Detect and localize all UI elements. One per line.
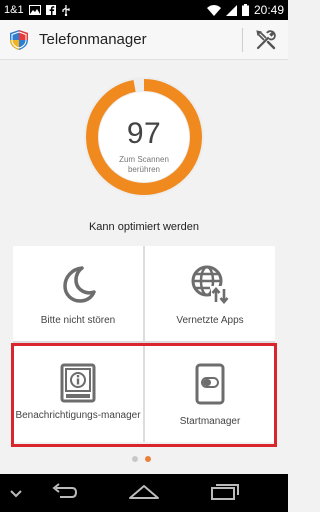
tile-networked-apps[interactable]: Vernetzte Apps (145, 246, 275, 341)
image-icon (28, 5, 41, 15)
signal-icon (225, 4, 237, 16)
startup-toggle-icon (195, 363, 225, 410)
scan-caption: Zum Scannen berühren (119, 155, 169, 174)
home-icon[interactable] (128, 483, 160, 506)
page-dot[interactable] (132, 456, 138, 462)
tile-label: Benachrichtigungs-manager (15, 410, 141, 421)
app-bar: Telefonmanager (0, 20, 288, 60)
usb-debug-icon (61, 4, 71, 16)
battery-icon (241, 4, 249, 16)
facebook-icon (45, 5, 56, 15)
navigation-bar (0, 474, 288, 512)
score-value: 97 (126, 117, 162, 150)
back-icon[interactable] (50, 483, 78, 506)
clock: 20:49 (253, 3, 284, 17)
shield-logo-icon (8, 29, 30, 51)
moon-icon (58, 264, 98, 309)
globe-network-icon (190, 264, 230, 309)
tile-startup-manager[interactable]: Startmanager (145, 343, 275, 442)
divider (242, 28, 243, 52)
tile-label: Bitte nicht stören (40, 315, 116, 326)
collapse-icon[interactable] (10, 486, 22, 504)
feature-grid: Bitte nicht stören Vernetzte Apps Benach… (13, 246, 275, 442)
page-indicator (132, 456, 151, 462)
page-title: Telefonmanager (39, 31, 147, 48)
page-dot-active[interactable] (145, 456, 151, 462)
tile-do-not-disturb[interactable]: Bitte nicht stören (13, 246, 143, 341)
optimization-status: Kann optimiert werden (88, 221, 200, 233)
status-bar: 1&1 20:49 (0, 0, 288, 20)
tile-label: Vernetzte Apps (176, 315, 244, 326)
carrier-label: 1&1 (4, 4, 24, 16)
tools-icon[interactable] (254, 28, 278, 52)
scan-score-gauge[interactable]: 97 Zum Scannen berühren (82, 75, 206, 199)
recent-apps-icon[interactable] (210, 483, 240, 506)
tile-notification-manager[interactable]: Benachrichtigungs-manager (13, 343, 143, 442)
tile-label: Startmanager (179, 416, 241, 427)
notification-info-icon (60, 363, 96, 408)
wifi-icon (206, 4, 221, 16)
